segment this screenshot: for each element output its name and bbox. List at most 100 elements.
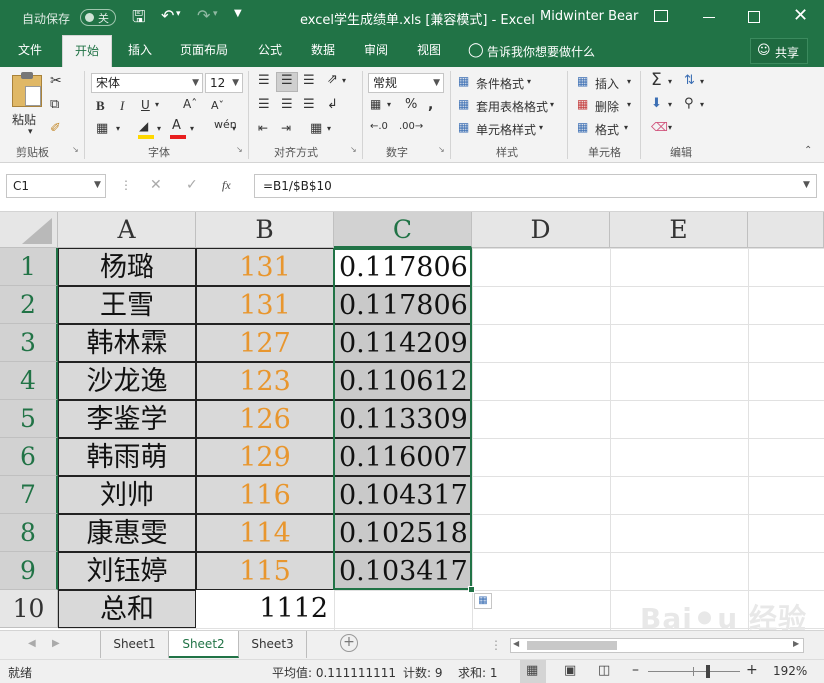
align-center-icon[interactable]: ☰ — [281, 97, 293, 112]
cell-a-name[interactable]: 刘钰婷 — [58, 552, 196, 590]
phonetic-dropdown-icon[interactable]: ▾ — [232, 124, 236, 133]
cell-a-name[interactable]: 李鉴学 — [58, 400, 196, 438]
zoom-slider[interactable] — [648, 671, 740, 672]
paste-icon[interactable] — [12, 72, 42, 107]
cell-a-name[interactable]: 韩林霖 — [58, 324, 196, 362]
cancel-formula-icon[interactable]: ✕ — [150, 177, 162, 193]
format-as-table-button[interactable]: 套用表格格式 — [476, 98, 548, 115]
accounting-icon[interactable]: ▦ — [370, 97, 381, 111]
zoom-slider-thumb[interactable] — [706, 665, 710, 678]
cell-c-ratio[interactable]: 0.113309 — [334, 400, 472, 438]
cell-b-score[interactable]: 126 — [196, 400, 334, 438]
autosum-dropdown-icon[interactable]: ▾ — [668, 77, 672, 86]
format-cells-button[interactable]: 格式 — [595, 121, 619, 138]
font-color-dropdown-icon[interactable]: ▾ — [190, 124, 194, 133]
paste-dropdown-icon[interactable]: ▾ — [28, 127, 33, 137]
row-header-10[interactable]: 10 — [0, 590, 58, 628]
row-header-8[interactable]: 8 — [0, 514, 58, 552]
font-name-select[interactable]: 宋体 ▼ — [91, 73, 203, 93]
redo-dropdown-icon[interactable]: ▾ — [213, 9, 218, 19]
horizontal-scrollbar[interactable]: ◀ ▶ — [510, 638, 804, 653]
row-header-5[interactable]: 5 — [0, 400, 58, 438]
user-name[interactable]: Midwinter Bear — [540, 9, 638, 24]
conditional-format-button[interactable]: 条件格式 — [476, 75, 524, 92]
cell-styles-button[interactable]: 单元格样式 — [476, 121, 536, 138]
find-select-dropdown-icon[interactable]: ▾ — [700, 100, 704, 109]
comma-style-icon[interactable]: , — [428, 97, 433, 113]
save-icon[interactable]: 🖫 — [132, 6, 146, 33]
decrease-indent-icon[interactable]: ⇤ — [258, 121, 268, 135]
column-header-b[interactable]: B — [196, 212, 334, 248]
column-header-e[interactable]: E — [610, 212, 748, 248]
number-launcher-icon[interactable]: ↘ — [438, 145, 445, 154]
worksheet-grid[interactable]: ABCDE 1 2 3 4 5 6 7 8 9 10 杨璐 131 0.117806 王雪 131 0.11… — [0, 212, 824, 630]
normal-view-button[interactable]: ▦ — [520, 660, 546, 683]
tab-page-layout[interactable]: 页面布局 — [172, 35, 236, 67]
font-launcher-icon[interactable]: ↘ — [236, 145, 243, 154]
tab-review[interactable]: 审阅 — [354, 35, 398, 67]
align-bottom-icon[interactable]: ☰ — [303, 73, 315, 88]
cell-b-score[interactable]: 123 — [196, 362, 334, 400]
enter-formula-icon[interactable]: ✓ — [186, 177, 198, 193]
customize-qat-icon[interactable]: ▼ — [234, 8, 242, 19]
insert-dropdown-icon[interactable]: ▾ — [627, 77, 631, 86]
format-as-table-dropdown-icon[interactable]: ▾ — [550, 100, 554, 109]
undo-dropdown-icon[interactable]: ▾ — [176, 9, 181, 19]
delete-dropdown-icon[interactable]: ▾ — [627, 100, 631, 109]
scroll-left-icon[interactable]: ◀ — [513, 639, 519, 648]
format-dropdown-icon[interactable]: ▾ — [624, 123, 628, 132]
expand-formula-icon[interactable]: ▼ — [803, 180, 810, 190]
tab-insert[interactable]: 插入 — [118, 35, 162, 67]
page-break-view-icon[interactable]: ◫ — [598, 663, 610, 678]
undo-icon[interactable]: ↶ — [161, 6, 174, 25]
quick-analysis-icon[interactable]: ▦ — [474, 593, 492, 609]
autosum-icon[interactable]: Σ — [651, 70, 662, 90]
accounting-dropdown-icon[interactable]: ▾ — [387, 100, 391, 109]
cell-a-total-label[interactable]: 总和 — [58, 590, 196, 628]
cell-c-ratio[interactable]: 0.117806 — [334, 286, 472, 324]
font-color-icon[interactable]: A — [172, 118, 181, 133]
zoom-in-icon[interactable]: + — [746, 662, 758, 678]
number-format-select[interactable]: 常规 ▼ — [368, 73, 444, 93]
add-sheet-icon[interactable]: + — [340, 634, 358, 652]
paste-button[interactable]: 粘贴 — [12, 111, 36, 128]
tab-data[interactable]: 数据 — [301, 35, 345, 67]
underline-icon[interactable]: U — [141, 98, 150, 112]
cell-a-name[interactable]: 韩雨萌 — [58, 438, 196, 476]
alignment-launcher-icon[interactable]: ↘ — [350, 145, 357, 154]
name-box[interactable]: C1 ▼ — [6, 174, 106, 198]
merge-center-icon[interactable]: ▦ — [310, 121, 322, 136]
font-shrink-icon[interactable]: Aˇ — [211, 99, 224, 112]
format-painter-icon[interactable]: ✐ — [50, 121, 61, 136]
italic-icon[interactable]: I — [120, 98, 124, 114]
borders-dropdown-icon[interactable]: ▾ — [116, 124, 120, 133]
clear-dropdown-icon[interactable]: ▾ — [668, 123, 672, 132]
zoom-out-icon[interactable]: – — [632, 662, 639, 678]
cell-c-ratio[interactable]: 0.110612 — [334, 362, 472, 400]
row-header-4[interactable]: 4 — [0, 362, 58, 400]
fill-dropdown-icon[interactable]: ▾ — [668, 100, 672, 109]
clipboard-launcher-icon[interactable]: ↘ — [72, 145, 79, 154]
scroll-right-icon[interactable]: ▶ — [793, 639, 799, 648]
sheet-tab-sheet1[interactable]: Sheet1 — [101, 631, 169, 658]
cell-styles-dropdown-icon[interactable]: ▾ — [539, 123, 543, 132]
cell-a-name[interactable]: 刘帅 — [58, 476, 196, 514]
column-header-a[interactable]: A — [58, 212, 196, 248]
maximize-icon[interactable] — [748, 11, 760, 23]
tell-me-box[interactable]: 告诉我你想要做什么 — [487, 43, 595, 60]
cell-b-score[interactable]: 115 — [196, 552, 334, 590]
zoom-level[interactable]: 192% — [773, 664, 807, 678]
cell-c-ratio[interactable]: 0.116007 — [334, 438, 472, 476]
cell-c-ratio[interactable]: 0.104317 — [334, 476, 472, 514]
clear-icon[interactable]: ⌫ — [651, 120, 668, 134]
autosave-toggle[interactable]: 关 — [80, 9, 116, 26]
prev-sheet-icon[interactable]: ◀ — [28, 638, 36, 649]
sort-filter-dropdown-icon[interactable]: ▾ — [700, 77, 704, 86]
wrap-text-icon[interactable]: ↲ — [327, 97, 338, 112]
ribbon-display-icon[interactable] — [654, 10, 668, 22]
column-header-d[interactable]: D — [472, 212, 610, 248]
orientation-dropdown-icon[interactable]: ▾ — [342, 76, 346, 85]
copy-icon[interactable]: ⧉ — [50, 97, 59, 112]
fill-color-dropdown-icon[interactable]: ▾ — [157, 124, 161, 133]
page-layout-view-icon[interactable]: ▣ — [564, 663, 576, 678]
